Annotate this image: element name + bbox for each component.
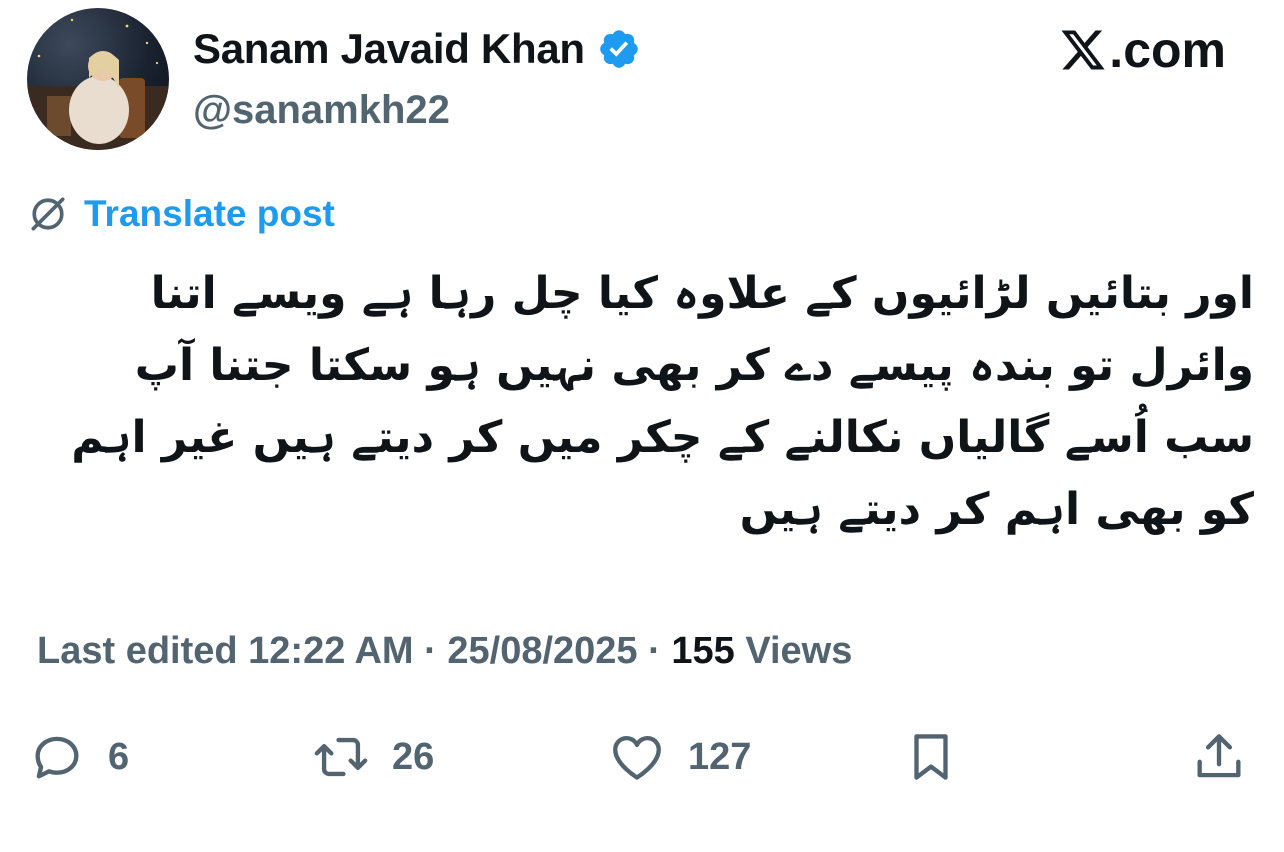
translate-post-label: Translate post	[84, 193, 335, 234]
globe-icon	[31, 197, 65, 231]
avatar[interactable]	[27, 8, 169, 150]
share-button[interactable]	[1190, 722, 1248, 792]
reply-icon	[35, 736, 79, 779]
heart-icon	[613, 735, 661, 780]
meta-separator: ·	[424, 630, 437, 672]
share-icon	[1197, 734, 1241, 778]
brand-logo-text: .com	[1109, 22, 1226, 78]
post-meta: Last edited 12:22 AM · 25/08/2025 · 155 …	[37, 626, 852, 676]
brand-logo[interactable]: .com	[1059, 22, 1226, 78]
last-edited-time[interactable]: Last edited 12:22 AM	[37, 630, 414, 672]
repost-icon	[314, 737, 368, 777]
translate-post-link[interactable]: Translate post	[26, 192, 335, 236]
post-text: اور بتائیں لڑائیوں کے علاوہ کیا چل رہا ہ…	[55, 268, 1254, 535]
x-logo-icon	[1061, 30, 1105, 70]
reply-count: 6	[108, 735, 130, 778]
bookmark-icon	[914, 734, 948, 780]
bookmark-button[interactable]	[902, 722, 960, 792]
verified-badge-icon	[599, 30, 638, 68]
author-name[interactable]: Sanam Javaid Khan	[193, 24, 585, 74]
views-label: Views	[745, 630, 853, 672]
post-date[interactable]: 25/08/2025	[447, 630, 637, 672]
like-count: 127	[688, 735, 752, 778]
avatar-photo	[27, 18, 169, 150]
meta-separator: ·	[648, 630, 661, 672]
like-button[interactable]: 127	[608, 722, 751, 792]
action-bar: 6 26 127	[0, 722, 1284, 792]
author-name-row[interactable]: Sanam Javaid Khan	[193, 24, 641, 74]
repost-count: 26	[392, 735, 435, 778]
repost-button[interactable]: 26	[312, 722, 434, 792]
author-handle[interactable]: @sanamkh22	[193, 86, 450, 134]
reply-button[interactable]: 6	[28, 722, 129, 792]
views-count: 155	[671, 630, 735, 672]
